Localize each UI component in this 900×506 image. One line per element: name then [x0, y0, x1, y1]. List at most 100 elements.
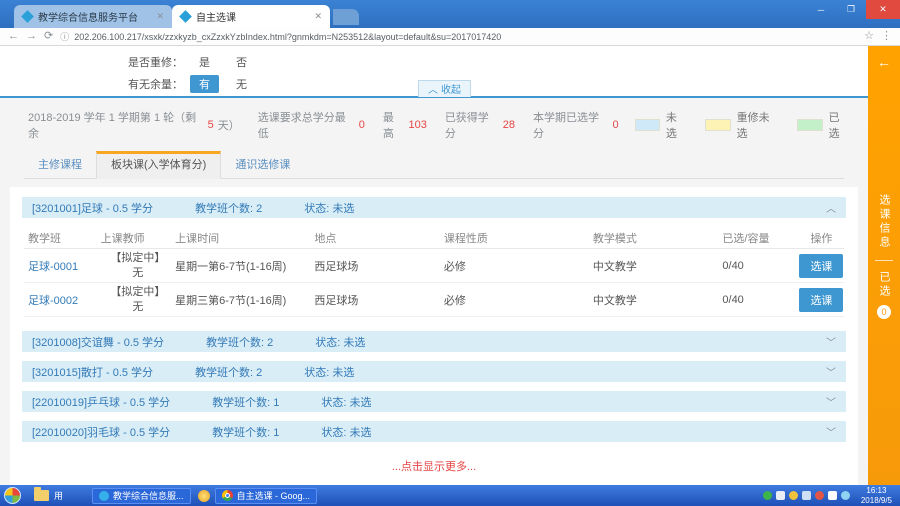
filter-option-none[interactable]: 无: [227, 75, 256, 93]
tray-icon[interactable]: [841, 491, 850, 500]
page-info-icon[interactable]: ⓘ: [60, 30, 69, 43]
tray-icon[interactable]: [776, 491, 785, 500]
taskbar-app-label: 教学综合信息服...: [113, 489, 184, 502]
drawer-tab-selected[interactable]: 已选: [876, 271, 892, 299]
class-time: 星期三第6-7节(1-16周): [175, 292, 314, 308]
course-section-football[interactable]: [3201001]足球 - 0.5 学分 教学班个数: 2 状态: 未选 ︿: [22, 197, 846, 218]
taskbar-app-portal[interactable]: 教学综合信息服...: [92, 488, 191, 504]
zfsoft-favicon: [179, 10, 192, 23]
zfsoft-favicon: [21, 10, 34, 23]
tab-close-icon[interactable]: ✕: [314, 11, 322, 22]
legend-label: 未选: [666, 109, 687, 141]
screen: 教学综合信息服务平台 ✕ 自主选课 ✕ ─ ❐ ✕ ← → ⟳ ⓘ 202.20…: [0, 0, 900, 506]
col-header: 地点: [314, 230, 443, 246]
section-class-count: 教学班个数: 1: [212, 424, 279, 440]
filter-option-has[interactable]: 有: [190, 75, 219, 93]
browser-menu-icon[interactable]: ⋮: [881, 31, 892, 42]
taskbar-app-label: 自主选课 - Goog...: [237, 489, 311, 502]
chevron-down-icon: ﹀: [826, 364, 836, 379]
tray-icon[interactable]: [815, 491, 824, 500]
tab-title: 教学综合信息服务平台: [38, 9, 150, 24]
table-row: 足球-0001 【拟定中】 无 星期一第6-7节(1-16周) 西足球场 必修 …: [24, 249, 844, 283]
chevron-down-icon: ﹀: [826, 394, 836, 409]
course-section-pingpong[interactable]: [22010019]乒乓球 - 0.5 学分 教学班个数: 1 状态: 未选 ﹀: [22, 391, 846, 412]
window-controls: ─ ❐ ✕: [806, 0, 900, 19]
term-info-bar: 2018-2019 学年 1 学期第 1 轮（剩余 5 天） 选课要求总学分最低…: [0, 98, 868, 149]
select-course-button[interactable]: 选课: [799, 254, 843, 278]
content-area: 2018-2019 学年 1 学期第 1 轮（剩余 5 天） 选课要求总学分最低…: [0, 98, 868, 485]
section-status: 状态: 未选: [315, 334, 365, 350]
tab-major-courses[interactable]: 主修课程: [24, 151, 96, 178]
teacher-cell: 【拟定中】 无: [101, 285, 176, 314]
col-header: 已选/容量: [722, 230, 799, 246]
url-input[interactable]: ⓘ 202.206.100.217/xsxk/zzxkyzb_cxZzxkYzb…: [60, 30, 857, 44]
tray-volume-icon[interactable]: [828, 491, 837, 500]
minimize-button[interactable]: ─: [806, 0, 836, 19]
col-header: 上课时间: [175, 230, 314, 246]
clock-date: 2018/9/5: [861, 496, 892, 505]
start-button[interactable]: [4, 487, 21, 504]
clock-time: 16:13: [861, 486, 892, 495]
teacher-cell: 【拟定中】 无: [101, 251, 176, 280]
credit-min-value: 0: [359, 119, 365, 131]
course-section-badminton[interactable]: [22010020]羽毛球 - 0.5 学分 教学班个数: 1 状态: 未选 ﹀: [22, 421, 846, 442]
term-selected-label: 本学期已选学分: [533, 109, 608, 141]
course-category-tabs: 主修课程 板块课(入学体育分) 通识选修课: [24, 151, 844, 179]
course-section-sanda[interactable]: [3201015]散打 - 0.5 学分 教学班个数: 2 状态: 未选 ﹀: [22, 361, 846, 382]
drawer-expand-arrow-icon[interactable]: ←: [877, 54, 891, 70]
taskbar-clock[interactable]: 16:13 2018/9/5: [855, 486, 896, 504]
address-bar: ← → ⟳ ⓘ 202.206.100.217/xsxk/zzxkyzb_cxZ…: [0, 28, 900, 46]
col-header: 教学班: [24, 230, 101, 246]
browser-tab-course-select[interactable]: 自主选课 ✕: [172, 5, 330, 28]
days-left-value: 5: [208, 119, 214, 131]
course-section-dance[interactable]: [3201008]交谊舞 - 0.5 学分 教学班个数: 2 状态: 未选 ﹀: [22, 331, 846, 352]
close-button[interactable]: ✕: [866, 0, 900, 19]
section-title: [3201001]足球 - 0.5 学分: [32, 200, 153, 216]
section-class-count: 教学班个数: 2: [195, 200, 262, 216]
portal-app-icon: [99, 491, 109, 501]
tab-block-courses[interactable]: 板块课(入学体育分): [96, 151, 221, 179]
credit-req-label: 选课要求总学分最低: [258, 109, 355, 141]
taskbar-app-chrome[interactable]: 自主选课 - Goog...: [215, 488, 318, 504]
show-more-link[interactable]: ...点击显示更多...: [22, 458, 846, 474]
tray-icon[interactable]: [789, 491, 798, 500]
browser-tab-portal[interactable]: 教学综合信息服务平台 ✕: [14, 5, 172, 28]
tray-antivirus-icon[interactable]: [763, 491, 772, 500]
teacher-name: 【拟定中】: [110, 286, 165, 298]
col-header: 课程性质: [444, 230, 593, 246]
teaching-mode: 中文教学: [593, 292, 722, 308]
gold-app-icon[interactable]: [198, 490, 210, 502]
course-select-page: 是否重修： 是 否 有无余量： 有 无 ︿ 收起 2018-2019 学年 1 …: [0, 46, 868, 485]
drawer-tab-course-info[interactable]: 选课信息: [876, 194, 892, 250]
new-tab-button[interactable]: [333, 9, 359, 25]
class-name-link[interactable]: 足球-0001: [24, 258, 101, 274]
section-title: [3201008]交谊舞 - 0.5 学分: [32, 334, 164, 350]
folder-icon[interactable]: [34, 490, 49, 501]
tab-close-icon[interactable]: ✕: [156, 11, 164, 22]
section-status: 状态: 未选: [321, 424, 371, 440]
capacity: 0/40: [722, 260, 799, 272]
page-viewport: 是否重修： 是 否 有无余量： 有 无 ︿ 收起 2018-2019 学年 1 …: [0, 46, 900, 485]
section-class-count: 教学班个数: 2: [206, 334, 273, 350]
refresh-icon[interactable]: ⟳: [44, 31, 53, 42]
chrome-icon: [222, 490, 233, 501]
filter-option-no[interactable]: 否: [227, 53, 256, 71]
term-suffix: 天）: [218, 117, 240, 133]
status-legend: 未选 重修未选 已选: [623, 109, 858, 141]
tray-network-icon[interactable]: [802, 491, 811, 500]
credit-max-label: 最高: [383, 109, 405, 141]
filter-label: 是否重修：: [128, 54, 190, 70]
class-time: 星期一第6-7节(1-16周): [175, 258, 314, 274]
forward-icon[interactable]: →: [26, 31, 37, 42]
class-name-link[interactable]: 足球-0002: [24, 292, 101, 308]
collapse-filters-button[interactable]: ︿ 收起: [418, 80, 471, 97]
teacher-name: 【拟定中】: [110, 252, 165, 264]
back-icon[interactable]: ←: [8, 31, 19, 42]
select-course-button[interactable]: 选课: [799, 288, 843, 312]
bookmark-star-icon[interactable]: ☆: [864, 31, 874, 42]
maximize-button[interactable]: ❐: [836, 0, 866, 19]
filter-option-yes[interactable]: 是: [190, 53, 219, 71]
tab-elective-courses[interactable]: 通识选修课: [221, 151, 304, 178]
course-list-panel: [3201001]足球 - 0.5 学分 教学班个数: 2 状态: 未选 ︿ 教…: [10, 187, 858, 485]
legend-swatch-retake: [705, 119, 730, 131]
